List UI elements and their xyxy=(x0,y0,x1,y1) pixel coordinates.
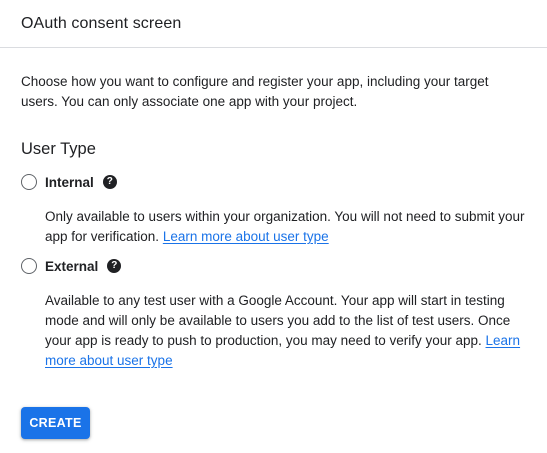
external-option[interactable]: External ? xyxy=(21,256,122,276)
internal-learn-more-link[interactable]: Learn more about user type xyxy=(163,229,329,244)
create-button[interactable]: CREATE xyxy=(21,407,90,439)
intro-text: Choose how you want to configure and reg… xyxy=(21,74,489,109)
external-label[interactable]: External xyxy=(45,259,98,274)
external-description-text: Available to any test user with a Google… xyxy=(45,293,511,348)
external-radio[interactable] xyxy=(21,258,37,274)
internal-label[interactable]: Internal xyxy=(45,175,94,190)
page-title: OAuth consent screen xyxy=(21,14,182,32)
internal-description: Only available to users within your orga… xyxy=(45,207,525,247)
user-type-heading: User Type xyxy=(21,140,96,158)
internal-option[interactable]: Internal ? xyxy=(21,172,117,192)
page-header: OAuth consent screen xyxy=(0,0,547,48)
external-description: Available to any test user with a Google… xyxy=(45,291,525,371)
help-icon[interactable]: ? xyxy=(107,259,122,273)
internal-radio[interactable] xyxy=(21,174,37,190)
help-icon[interactable]: ? xyxy=(102,175,117,189)
